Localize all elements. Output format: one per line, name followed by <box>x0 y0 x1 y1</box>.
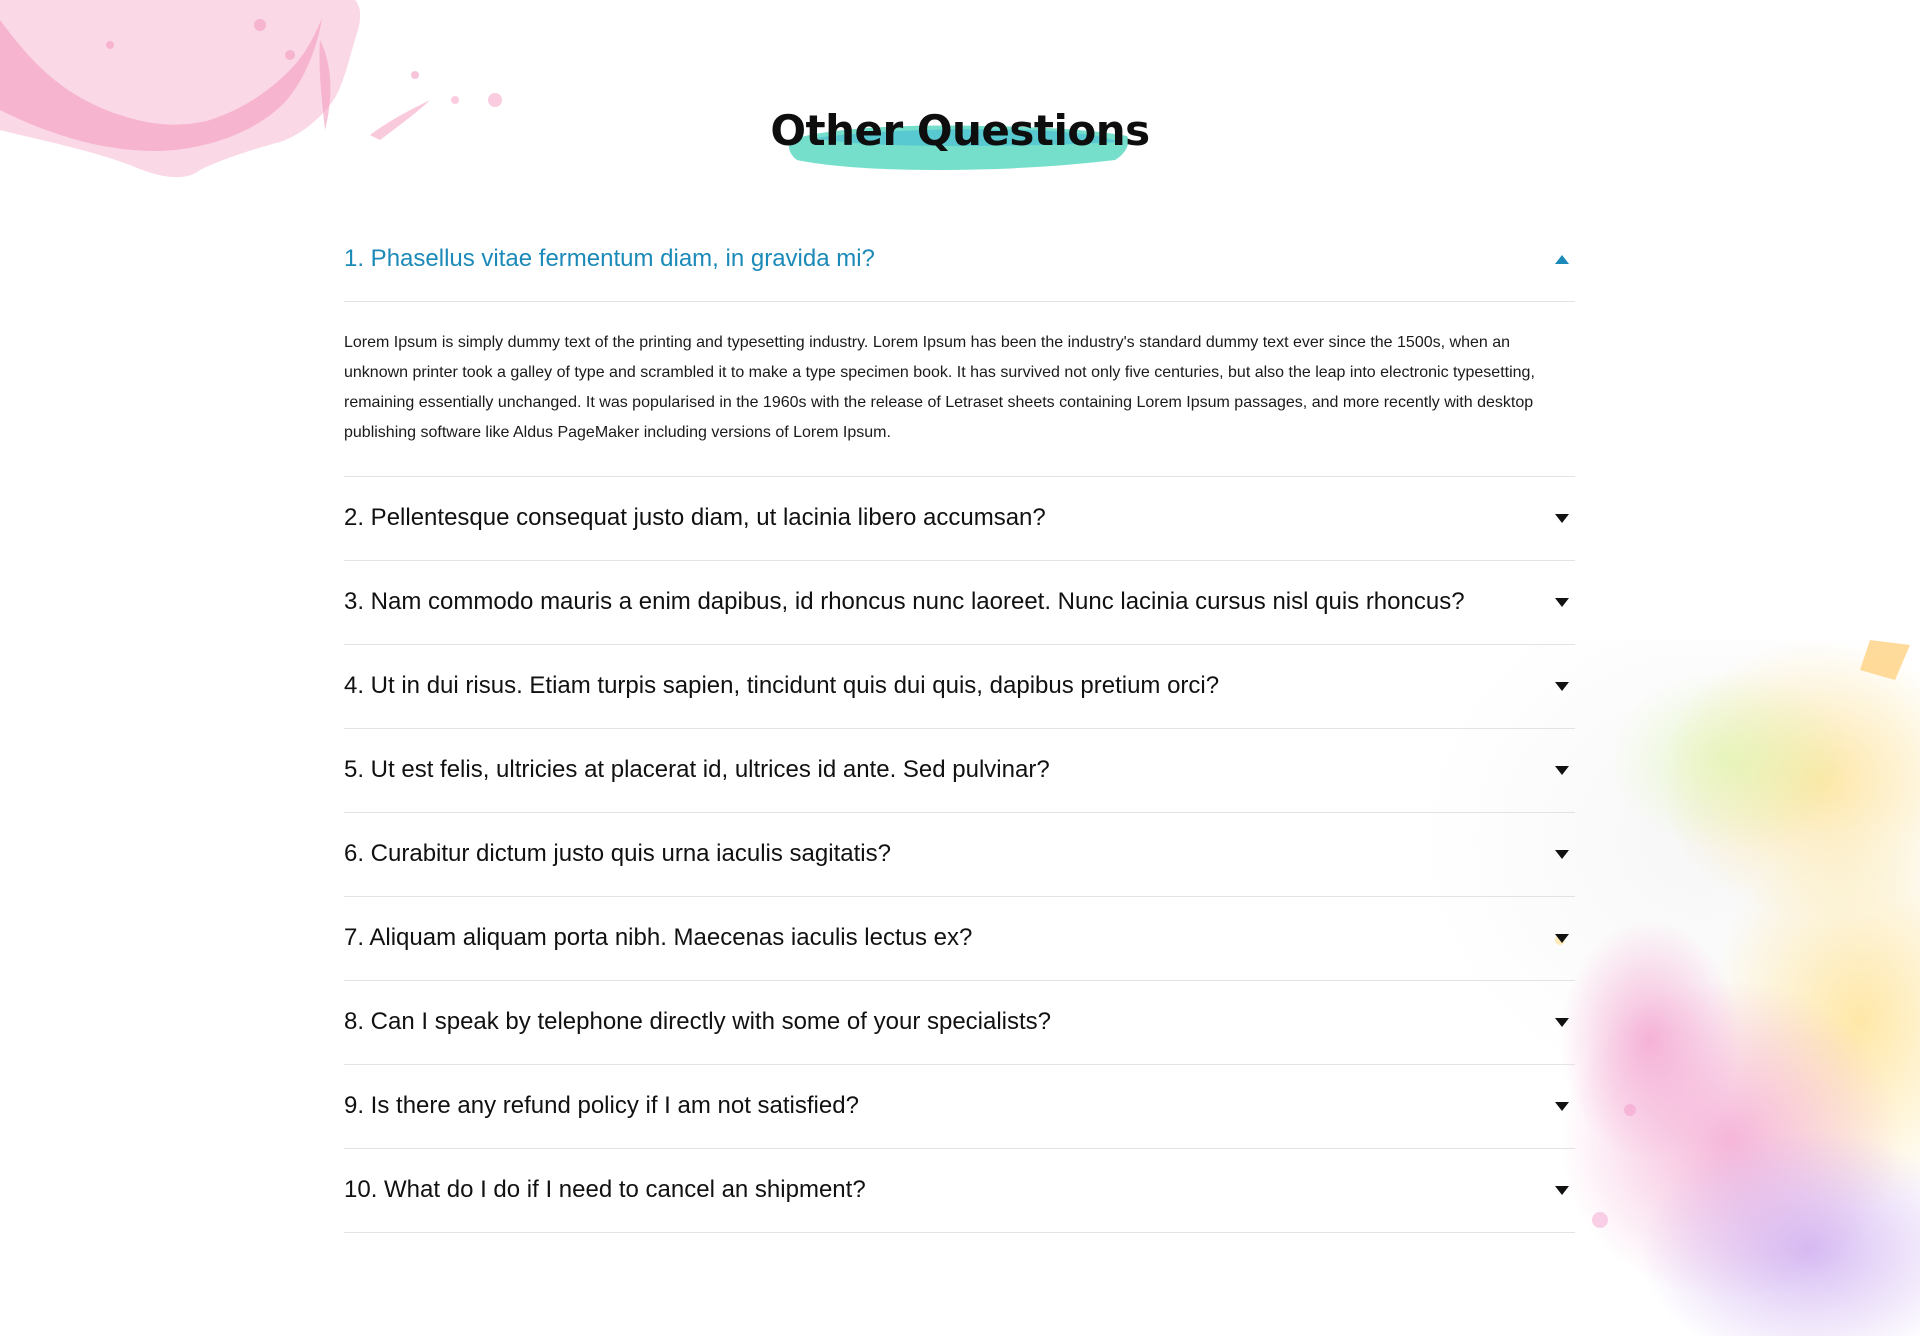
faq-question-text: 3. Nam commodo mauris a enim dapibus, id… <box>344 588 1465 616</box>
faq-item: 4. Ut in dui risus. Etiam turpis sapien,… <box>344 645 1575 729</box>
chevron-down-icon[interactable] <box>1555 1184 1569 1198</box>
chevron-down-icon[interactable] <box>1555 1016 1569 1030</box>
section-header: Other Questions <box>0 96 1920 186</box>
faq-question-text: 10. What do I do if I need to cancel an … <box>344 1176 866 1204</box>
chevron-down-icon[interactable] <box>1555 596 1569 610</box>
faq-question-header[interactable]: 3. Nam commodo mauris a enim dapibus, id… <box>344 561 1575 644</box>
chevron-down-icon[interactable] <box>1555 512 1569 526</box>
faq-item: 9. Is there any refund policy if I am no… <box>344 1065 1575 1149</box>
faq-question-header[interactable]: 10. What do I do if I need to cancel an … <box>344 1149 1575 1232</box>
faq-question-header[interactable]: 2. Pellentesque consequat justo diam, ut… <box>344 477 1575 560</box>
faq-item: 10. What do I do if I need to cancel an … <box>344 1149 1575 1233</box>
faq-question-header[interactable]: 1. Phasellus vitae fermentum diam, in gr… <box>344 218 1575 302</box>
faq-item: 2. Pellentesque consequat justo diam, ut… <box>344 477 1575 561</box>
faq-item: 5. Ut est felis, ultricies at placerat i… <box>344 729 1575 813</box>
faq-question-text: 5. Ut est felis, ultricies at placerat i… <box>344 756 1050 784</box>
faq-question-header[interactable]: 5. Ut est felis, ultricies at placerat i… <box>344 729 1575 812</box>
faq-item: 6. Curabitur dictum justo quis urna iacu… <box>344 813 1575 897</box>
faq-question-text: 9. Is there any refund policy if I am no… <box>344 1092 859 1120</box>
faq-question-text: 2. Pellentesque consequat justo diam, ut… <box>344 504 1046 532</box>
page-title: Other Questions <box>770 106 1150 155</box>
faq-item: 7. Aliquam aliquam porta nibh. Maecenas … <box>344 897 1575 981</box>
faq-question-header[interactable]: 4. Ut in dui risus. Etiam turpis sapien,… <box>344 645 1575 728</box>
faq-question-text: 1. Phasellus vitae fermentum diam, in gr… <box>344 245 875 273</box>
faq-question-header[interactable]: 8. Can I speak by telephone directly wit… <box>344 981 1575 1064</box>
faq-question-text: 7. Aliquam aliquam porta nibh. Maecenas … <box>344 924 973 952</box>
faq-accordion: 1. Phasellus vitae fermentum diam, in gr… <box>344 218 1575 1233</box>
faq-answer-text: Lorem Ipsum is simply dummy text of the … <box>344 334 1535 441</box>
faq-question-header[interactable]: 7. Aliquam aliquam porta nibh. Maecenas … <box>344 897 1575 980</box>
chevron-up-icon[interactable] <box>1555 253 1569 267</box>
faq-question-text: 4. Ut in dui risus. Etiam turpis sapien,… <box>344 672 1220 700</box>
faq-question-header[interactable]: 9. Is there any refund policy if I am no… <box>344 1065 1575 1148</box>
chevron-down-icon[interactable] <box>1555 1100 1569 1114</box>
faq-item: 1. Phasellus vitae fermentum diam, in gr… <box>344 218 1575 477</box>
faq-question-header[interactable]: 6. Curabitur dictum justo quis urna iacu… <box>344 813 1575 896</box>
chevron-down-icon[interactable] <box>1555 848 1569 862</box>
chevron-down-icon[interactable] <box>1555 680 1569 694</box>
faq-question-text: 8. Can I speak by telephone directly wit… <box>344 1008 1052 1036</box>
chevron-down-icon[interactable] <box>1555 764 1569 778</box>
faq-item: 3. Nam commodo mauris a enim dapibus, id… <box>344 561 1575 645</box>
faq-item: 8. Can I speak by telephone directly wit… <box>344 981 1575 1065</box>
faq-question-text: 6. Curabitur dictum justo quis urna iacu… <box>344 840 891 868</box>
chevron-down-icon[interactable] <box>1555 932 1569 946</box>
